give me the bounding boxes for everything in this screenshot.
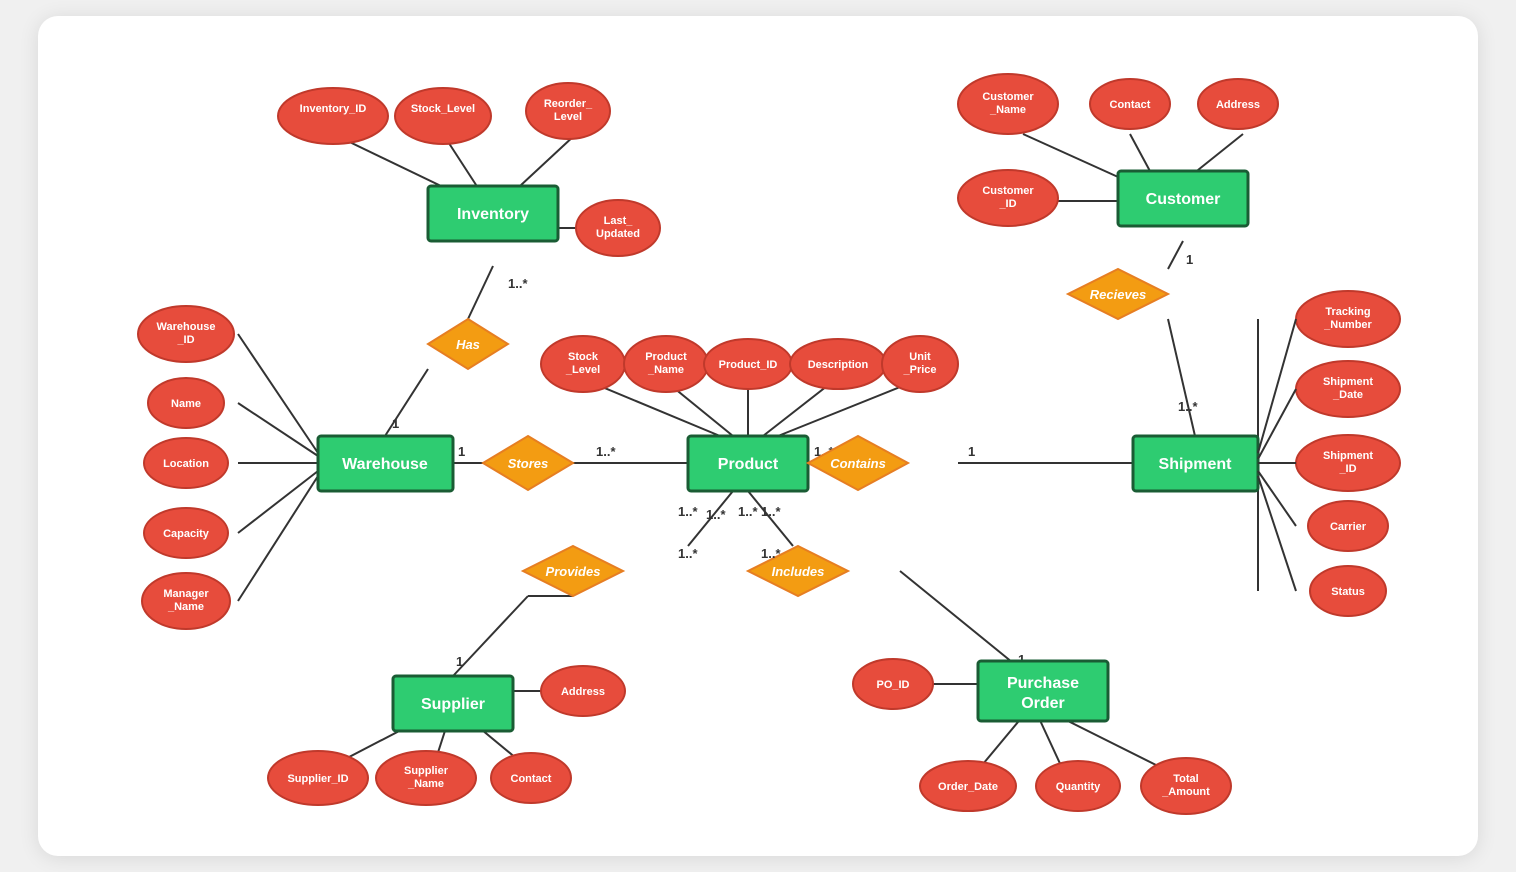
attr-supplier-address-label: Address: [561, 686, 605, 698]
attr-product-desc-label: Description: [808, 359, 869, 371]
attr-supplier-id-label: Supplier_ID: [287, 773, 348, 785]
entity-purchaseorder-label2: Order: [1021, 695, 1065, 712]
attr-customer-contact-label: Contact: [1110, 99, 1151, 111]
svg-text:1..*: 1..*: [1178, 399, 1198, 414]
attr-customer-address-label: Address: [1216, 99, 1260, 111]
attr-supplier-name-label1: Supplier: [404, 765, 449, 777]
attr-product-stock-label2: _Level: [565, 364, 600, 376]
svg-text:1..*: 1..*: [761, 546, 781, 561]
attr-product-name-label1: Product: [645, 351, 687, 363]
attr-shipment-status-label: Status: [1331, 586, 1365, 598]
rel-provides-label: Provides: [546, 564, 601, 579]
attr-warehouse-id-label1: Warehouse: [157, 321, 216, 333]
entity-product-label: Product: [718, 456, 779, 473]
attr-warehouse-id-label2: _ID: [176, 334, 194, 346]
rel-stores-label: Stores: [508, 456, 548, 471]
attr-last-updated-label2: Updated: [596, 228, 640, 240]
svg-text:1..*: 1..*: [706, 507, 726, 522]
attr-last-updated-label1: Last_: [604, 215, 634, 227]
attr-inventory-id: [278, 88, 388, 144]
attr-supplier-name-label2: _Name: [407, 778, 444, 790]
svg-text:1..*: 1..*: [678, 546, 698, 561]
entity-warehouse-label: Warehouse: [342, 456, 428, 473]
attr-shipment-date-label1: Shipment: [1323, 376, 1373, 388]
attr-warehouse-manager-label1: Manager: [163, 588, 209, 600]
attr-product-stock-label1: Stock: [568, 351, 599, 363]
attr-po-id-label: PO_ID: [876, 679, 909, 691]
attr-stock-level-inv: [395, 88, 491, 144]
entity-purchaseorder-label1: Purchase: [1007, 675, 1079, 692]
rel-recieves-label: Recieves: [1090, 287, 1146, 302]
svg-text:1: 1: [968, 444, 975, 459]
svg-text:1: 1: [392, 416, 399, 431]
attr-product-name-label2: _Name: [647, 364, 684, 376]
attr-product-id-label: Product_ID: [719, 359, 778, 371]
attr-supplier-contact-label: Contact: [511, 773, 552, 785]
svg-text:1: 1: [458, 444, 465, 459]
rel-includes-label: Includes: [772, 564, 825, 579]
rel-has-label: Has: [456, 337, 480, 352]
rel-contains-label: Contains: [830, 456, 886, 471]
attr-shipment-date-label2: _Date: [1332, 389, 1363, 401]
attr-warehouse-capacity-label: Capacity: [163, 528, 210, 540]
attr-po-total-label1: Total: [1173, 773, 1198, 785]
attr-warehouse-name-label: Name: [171, 398, 201, 410]
attr-stock-level-inv-label: Stock_Level: [411, 103, 475, 115]
attr-shipment-carrier-label: Carrier: [1330, 521, 1367, 533]
entity-shipment-label: Shipment: [1159, 456, 1233, 473]
attr-warehouse-manager-label2: _Name: [167, 601, 204, 613]
attr-shipment-id-label2: _ID: [1338, 463, 1356, 475]
attr-customer-name-label2: _Name: [989, 104, 1026, 116]
svg-text:1..*: 1..*: [678, 504, 698, 519]
attr-product-price-label1: Unit: [909, 351, 931, 363]
er-diagram: 1..* 1 1 1..* 1..* 1 1 1..* 1 1..*: [38, 16, 1478, 856]
attr-po-orderdate-label: Order_Date: [938, 781, 998, 793]
entity-customer-label: Customer: [1146, 191, 1221, 208]
attr-inventory-id-label: Inventory_ID: [300, 103, 367, 115]
attr-po-quantity-label: Quantity: [1056, 781, 1101, 793]
svg-text:1..*: 1..*: [738, 504, 758, 519]
attr-reorder-level-label2: Level: [554, 111, 582, 123]
svg-text:1..*: 1..*: [508, 276, 528, 291]
attr-customer-name-label1: Customer: [982, 91, 1034, 103]
attr-shipment-tracking-label1: Tracking: [1325, 306, 1370, 318]
attr-customer-id-label2: _ID: [998, 198, 1016, 210]
attr-shipment-id-label1: Shipment: [1323, 450, 1373, 462]
attr-warehouse-location-label: Location: [163, 458, 209, 470]
svg-text:1: 1: [1186, 252, 1193, 267]
entity-inventory-label: Inventory: [457, 206, 529, 223]
entity-supplier-label: Supplier: [421, 696, 485, 713]
svg-text:1..*: 1..*: [761, 504, 781, 519]
attr-reorder-level-label1: Reorder_: [544, 98, 593, 110]
svg-text:1: 1: [456, 654, 463, 669]
attr-shipment-tracking-label2: _Number: [1323, 319, 1372, 331]
attr-customer-id-label1: Customer: [982, 185, 1034, 197]
attr-po-total-label2: _Amount: [1161, 786, 1210, 798]
svg-text:1..*: 1..*: [596, 444, 616, 459]
attr-product-price-label2: _Price: [902, 364, 936, 376]
